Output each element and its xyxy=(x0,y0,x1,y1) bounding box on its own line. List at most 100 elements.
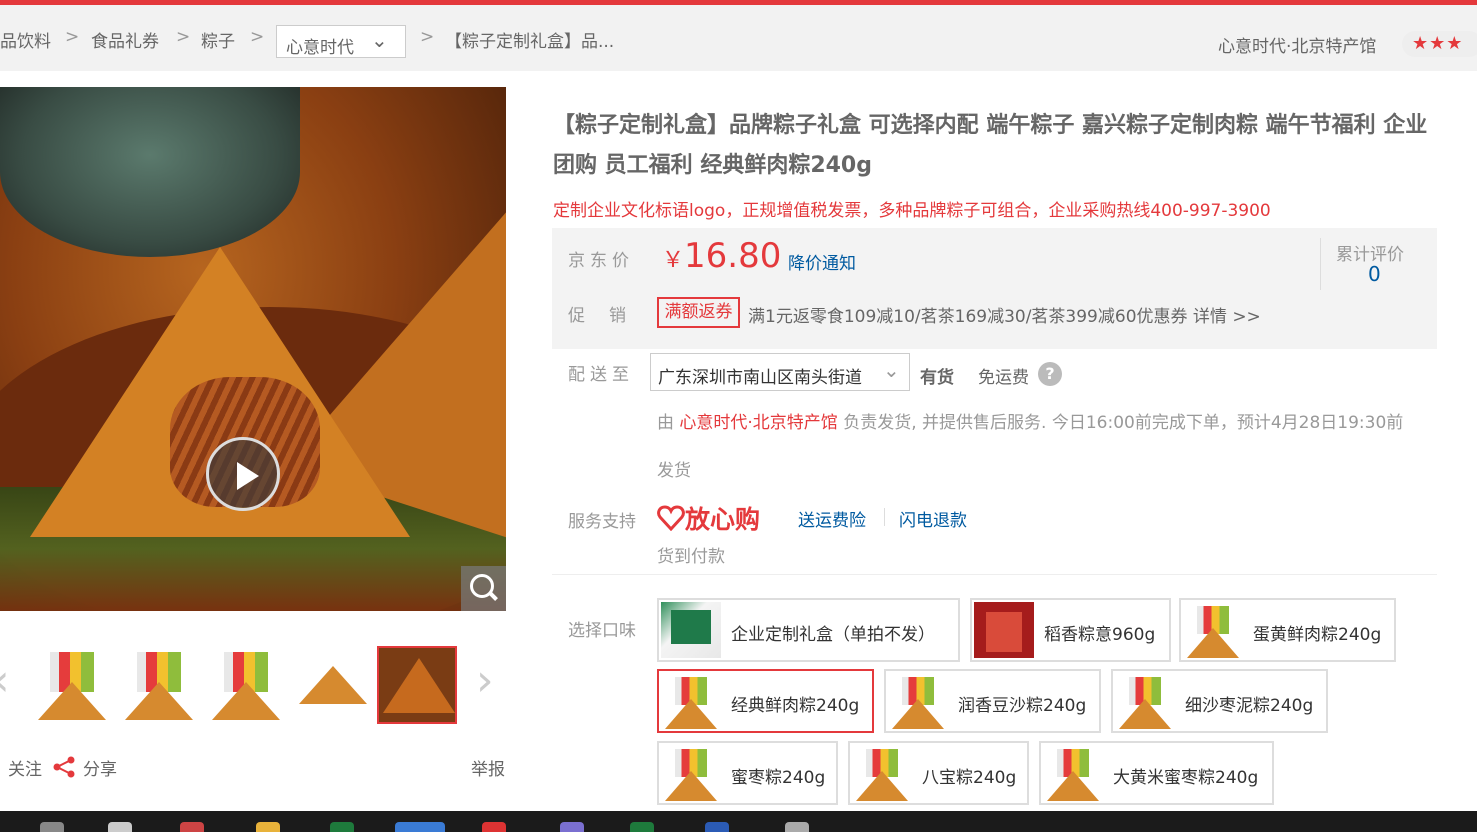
report-link[interactable]: 举报 xyxy=(471,755,505,780)
option-thumbnail xyxy=(661,745,721,801)
flavor-option[interactable]: 大黄米蜜枣粽240g xyxy=(1039,741,1274,805)
flavor-option[interactable]: 蜜枣粽240g xyxy=(657,741,838,805)
excel-icon[interactable] xyxy=(630,822,654,832)
divider xyxy=(1320,238,1321,290)
breadcrumb-current: 【粽子定制礼盒】品... xyxy=(445,32,615,52)
fangxin-label: 放心购 xyxy=(685,505,761,534)
browser-icon[interactable] xyxy=(395,822,445,832)
option-thumbnail xyxy=(974,602,1034,658)
flavor-label: 选择口味 xyxy=(568,621,636,641)
flavor-option[interactable]: 企业定制礼盒（单拍不发） xyxy=(657,598,960,662)
thumbnail-active[interactable] xyxy=(377,646,457,724)
app-icon[interactable] xyxy=(785,822,809,832)
option-label: 大黄米蜜枣粽240g xyxy=(1113,768,1259,788)
chevron-down-icon: ⌄ xyxy=(883,358,900,382)
flavor-option[interactable]: 蛋黄鲜肉粽240g xyxy=(1179,598,1396,662)
promo-label: 促销 xyxy=(568,306,650,326)
flavor-option[interactable]: 八宝粽240g xyxy=(848,741,1029,805)
zoom-magnifier-icon[interactable] xyxy=(461,566,506,611)
option-label: 细沙枣泥粽240g xyxy=(1185,696,1314,716)
breadcrumb-separator: > xyxy=(65,27,80,47)
option-thumbnail xyxy=(888,673,948,729)
cash-on-delivery: 货到付款 xyxy=(657,547,725,567)
breadcrumb-separator: > xyxy=(176,27,191,47)
stock-status: 有货 xyxy=(920,368,954,388)
price-label: 京东价 xyxy=(568,251,634,271)
breadcrumb-separator: > xyxy=(250,27,265,47)
flavor-option[interactable]: 细沙枣泥粽240g xyxy=(1111,669,1328,733)
share-button[interactable]: 分享 xyxy=(83,755,117,780)
flavor-option-selected[interactable]: 经典鲜肉粽240g xyxy=(657,669,874,733)
flavor-option[interactable]: 润香豆沙粽240g xyxy=(884,669,1101,733)
address-selector[interactable]: 广东深圳市南山区南头街道 ⌄ xyxy=(650,353,910,391)
shipping-info-prefix: 由 xyxy=(657,413,680,433)
breadcrumb-item[interactable]: 品饮料 xyxy=(0,27,51,52)
divider xyxy=(884,508,885,526)
option-thumbnail xyxy=(852,745,912,801)
breadcrumb: 品饮料 > 食品礼券 > 粽子 > 心意时代 ⌄ > 【粽子定制礼盒】品... … xyxy=(0,5,1477,71)
option-thumbnail xyxy=(1043,745,1103,801)
thumbnail-prev-arrow[interactable]: ‹ xyxy=(0,655,10,706)
share-icon[interactable] xyxy=(52,756,76,778)
play-video-button[interactable] xyxy=(206,437,280,511)
price-number: 16.80 xyxy=(684,236,782,276)
promo-tag: 满额返券 xyxy=(657,297,740,328)
service-label: 服务支持 xyxy=(568,512,636,532)
follow-button[interactable]: 关注 xyxy=(8,755,42,780)
promo-details-link[interactable]: 满1元返零食109减10/茗茶169减30/茗茶399减60优惠券 详情 >> xyxy=(748,302,1261,327)
option-thumbnail xyxy=(1183,602,1243,658)
heart-icon xyxy=(657,505,685,531)
shipping-insurance-link[interactable]: 送运费险 xyxy=(798,506,866,531)
free-shipping-label: 免运费 xyxy=(978,368,1029,388)
task-view-icon[interactable] xyxy=(108,822,132,832)
quick-refund-link[interactable]: 闪电退款 xyxy=(899,506,967,531)
option-label: 润香豆沙粽240g xyxy=(958,696,1087,716)
shipping-info-continued: 发货 xyxy=(657,461,691,481)
delivery-label: 配送至 xyxy=(568,365,634,385)
option-label: 蜜枣粽240g xyxy=(731,768,826,788)
excel-icon[interactable] xyxy=(330,822,354,832)
review-count-link[interactable]: 0 xyxy=(1368,262,1381,286)
shop-name-link[interactable]: 心意时代·北京特产馆 xyxy=(1218,32,1376,57)
divider xyxy=(552,574,1437,575)
chrome-icon[interactable] xyxy=(482,822,506,832)
shipping-info: 由 心意时代·北京特产馆 负责发货, 并提供售后服务. 今日16:00前完成下单… xyxy=(657,408,1403,433)
thumbnail[interactable] xyxy=(30,646,110,724)
fangxin-badge[interactable]: 放心购 xyxy=(657,500,760,536)
option-label: 经典鲜肉粽240g xyxy=(731,696,860,716)
option-label: 企业定制礼盒（单拍不发） xyxy=(731,625,935,645)
thumbnail[interactable] xyxy=(291,646,371,724)
brand-dropdown[interactable]: 心意时代 ⌄ xyxy=(276,25,406,58)
option-thumbnail xyxy=(661,602,721,658)
shop-link[interactable]: 心意时代·北京特产馆 xyxy=(679,413,837,433)
shipping-info-text: 负责发货, 并提供售后服务. 今日16:00前完成下单，预计4月28日19:30… xyxy=(837,413,1404,433)
thumbnail[interactable] xyxy=(117,646,197,724)
currency-symbol: ￥ xyxy=(662,248,685,273)
flavor-option[interactable]: 稻香粽意960g xyxy=(970,598,1171,662)
main-product-image[interactable] xyxy=(0,87,506,611)
breadcrumb-item[interactable]: 粽子 xyxy=(201,27,235,52)
brand-dropdown-label: 心意时代 xyxy=(286,38,354,58)
product-slogan: 定制企业文化标语logo，正规增值税发票，多种品牌粽子可组合，企业采购热线400… xyxy=(553,201,1271,221)
option-thumbnail xyxy=(1115,673,1175,729)
option-label: 八宝粽240g xyxy=(922,768,1017,788)
word-icon[interactable] xyxy=(705,822,729,832)
breadcrumb-separator: > xyxy=(420,27,435,47)
help-question-icon[interactable]: ? xyxy=(1038,362,1062,386)
chevron-down-icon: ⌄ xyxy=(371,28,388,52)
shop-rating-stars: ★★★ xyxy=(1402,31,1477,57)
breadcrumb-item[interactable]: 食品礼券 xyxy=(91,27,159,52)
price-alert-link[interactable]: 降价通知 xyxy=(788,249,856,274)
product-title: 【粽子定制礼盒】品牌粽子礼盒 可选择内配 端午粽子 嘉兴粽子定制肉粽 端午节福利… xyxy=(553,113,1428,178)
option-thumbnail xyxy=(661,673,721,729)
thumbnail[interactable] xyxy=(204,646,284,724)
address-value: 广东深圳市南山区南头街道 xyxy=(658,368,862,388)
thumbnail-next-arrow[interactable]: › xyxy=(476,655,494,706)
app-icon[interactable] xyxy=(180,822,204,832)
os-taskbar xyxy=(0,811,1477,832)
price-value: ￥16.80 xyxy=(662,236,781,276)
folder-icon[interactable] xyxy=(256,822,280,832)
option-label: 蛋黄鲜肉粽240g xyxy=(1253,625,1382,645)
search-icon[interactable] xyxy=(40,822,64,832)
teams-icon[interactable] xyxy=(560,822,584,832)
